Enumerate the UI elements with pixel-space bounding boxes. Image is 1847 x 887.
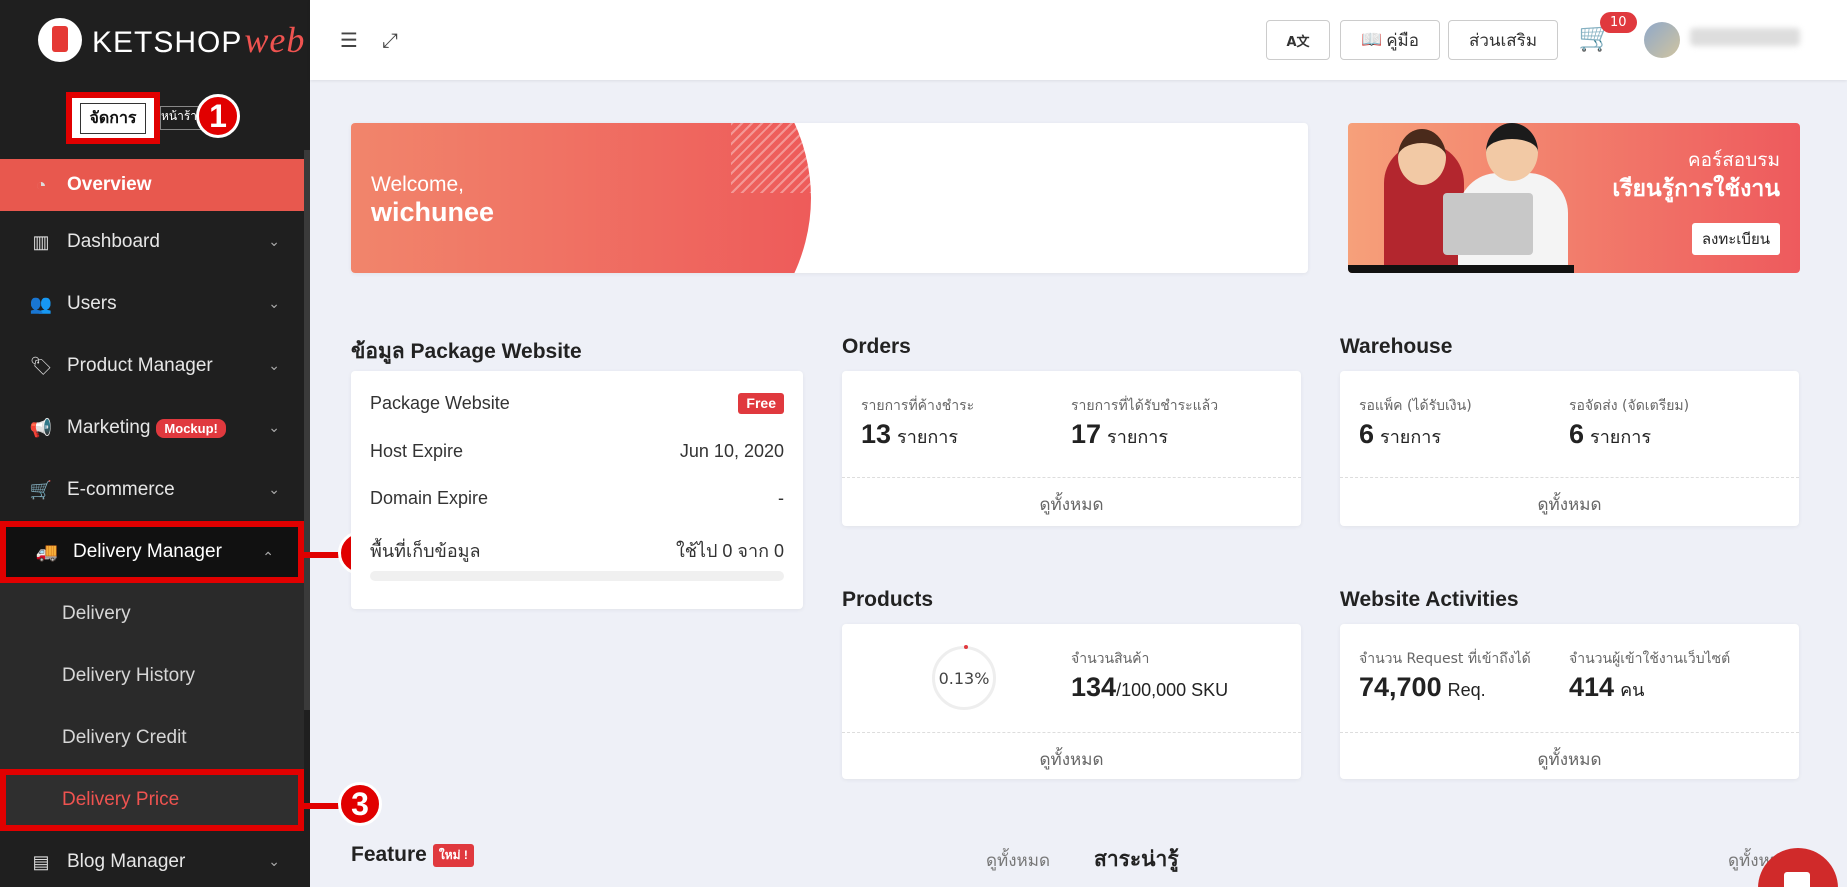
sidebar-item-label: Overview <box>67 174 152 195</box>
products-card: 0.13% จำนวนสินค้า 134/100,000 SKU ดูทั้ง… <box>842 624 1301 779</box>
bar-chart-icon: ▥ <box>32 231 50 252</box>
warehouse-card: รอแพ็ค (ได้รับเงิน) 6 รายการ รอจัดส่ง (จั… <box>1340 371 1799 526</box>
sidebar-item-label: Delivery Manager <box>73 541 222 562</box>
chevron-down-icon: ⌄ <box>268 233 280 249</box>
register-button[interactable]: ลงทะเบียน <box>1691 223 1780 255</box>
book-icon: 📖 <box>1361 30 1383 50</box>
activities-request-value: 74,700 Req. <box>1359 672 1486 702</box>
laptop-illustration <box>1443 193 1533 255</box>
megaphone-icon: 📢 <box>29 417 53 438</box>
warehouse-shipping-value: 6 รายการ <box>1569 419 1652 449</box>
mode-switch-highlight: จัดการ <box>66 92 160 144</box>
course-banner[interactable]: คอร์สอบรม เรียนรู้การใช้งาน ลงทะเบียน <box>1348 123 1800 273</box>
sidebar-item-label: E-commerce <box>67 479 175 500</box>
orders-section-title: Orders <box>842 335 911 358</box>
addons-button[interactable]: ส่วนเสริม <box>1448 20 1558 60</box>
warehouse-section-title: Warehouse <box>1340 335 1453 358</box>
fullscreen-icon[interactable]: ⤢ <box>382 28 398 52</box>
chevron-down-icon: ⌄ <box>268 357 280 373</box>
products-section-title: Products <box>842 588 934 611</box>
free-badge: Free <box>738 393 784 414</box>
users-icon: 👥 <box>29 293 53 314</box>
cart-count-badge: 10 <box>1600 12 1637 33</box>
manual-label: คู่มือ <box>1386 30 1419 51</box>
chevron-up-icon: ⌃ <box>262 549 274 565</box>
orders-view-all-link[interactable]: ดูทั้งหมด <box>842 491 1301 518</box>
products-usage-donut: 0.13% <box>932 645 996 710</box>
top-bar: ☰ ⤢ A文 📖 คู่มือ ส่วนเสริม 🛒 10 <box>310 0 1847 80</box>
chevron-down-icon: ⌄ <box>268 295 280 311</box>
logo-icon <box>38 18 82 62</box>
avatar[interactable] <box>1644 22 1680 58</box>
sidebar: KETSHOPweb จัดการ หน้าร้าน ◔ Overview ▥ … <box>0 0 310 887</box>
activities-view-all-link[interactable]: ดูทั้งหมด <box>1340 746 1799 773</box>
warehouse-view-all-link[interactable]: ดูทั้งหมด <box>1340 491 1799 518</box>
pie-chart-icon: ◔ <box>35 174 47 195</box>
brand-logo[interactable]: KETSHOPweb <box>38 18 305 62</box>
storage-progress-bar <box>370 571 784 581</box>
tags-icon: 🏷 <box>29 355 53 376</box>
chevron-down-icon: ⌄ <box>268 481 280 497</box>
products-count-value: 134/100,000 SKU <box>1071 672 1229 702</box>
course-subtitle: เรียนรู้การใช้งาน <box>1612 176 1780 202</box>
mode-manage-button[interactable]: จัดการ <box>80 102 146 134</box>
package-row: Package Website Free <box>370 393 784 414</box>
step-marker-3: 3 <box>338 782 382 826</box>
brand-suffix: web <box>244 20 306 60</box>
article-section-title: สาระน่ารู้ <box>1094 848 1179 871</box>
package-section-title: ข้อมูล Package Website <box>351 340 582 363</box>
step-marker-1: 1 <box>196 94 240 138</box>
newspaper-icon: ▤ <box>32 851 50 872</box>
new-badge: ใหม่ ! <box>432 843 474 867</box>
mockup-badge: Mockup! <box>156 418 226 438</box>
sidebar-item-marketing[interactable]: 📢 Marketing Mockup! ⌄ <box>0 397 304 459</box>
sidebar-item-label: Product Manager <box>67 355 213 376</box>
sidebar-item-label: Users <box>67 293 117 314</box>
sidebar-item-ecommerce[interactable]: 🛒 E-commerce ⌄ <box>0 459 304 521</box>
sidebar-subitem-delivery-credit[interactable]: Delivery Credit <box>0 707 304 769</box>
sidebar-item-users[interactable]: 👥 Users ⌄ <box>0 273 304 335</box>
sidebar-nav: ◔ Overview ▥ Dashboard ⌄ 👥 Users ⌄ 🏷 Pro… <box>0 159 304 887</box>
feature-view-all-link[interactable]: ดูทั้งหมด <box>986 847 1050 874</box>
sidebar-item-delivery-manager[interactable]: 🚚 Delivery Manager ⌃ <box>0 521 304 583</box>
sidebar-subitem-delivery-price[interactable]: Delivery Price <box>0 769 304 831</box>
sidebar-item-blog-manager[interactable]: ▤ Blog Manager ⌄ <box>0 831 304 887</box>
activities-section-title: Website Activities <box>1340 588 1519 611</box>
collapse-menu-icon[interactable]: ☰ <box>340 28 358 52</box>
sidebar-subitem-delivery[interactable]: Delivery <box>0 583 304 645</box>
brand-name: KETSHOP <box>92 26 243 59</box>
cart-icon: 🛒 <box>29 479 53 500</box>
activities-visitors-value: 414 คน <box>1569 672 1645 702</box>
activities-card: จำนวน Request ที่เข้าถึงได้ 74,700 Req. จ… <box>1340 624 1799 779</box>
username-blurred[interactable] <box>1690 28 1800 46</box>
orders-paid-value: 17 รายการ <box>1071 419 1169 449</box>
manual-button[interactable]: 📖 คู่มือ <box>1340 20 1440 60</box>
domain-expire-row: Domain Expire - <box>370 488 784 508</box>
sidebar-item-label: Marketing <box>67 417 151 438</box>
sidebar-item-label: Blog Manager <box>67 851 186 872</box>
sidebar-item-product-manager[interactable]: 🏷 Product Manager ⌄ <box>0 335 304 397</box>
warehouse-packing-value: 6 รายการ <box>1359 419 1442 449</box>
sidebar-item-dashboard[interactable]: ▥ Dashboard ⌄ <box>0 211 304 273</box>
welcome-username: wichunee <box>371 197 495 227</box>
sidebar-scrollbar[interactable] <box>304 150 310 710</box>
sidebar-subitem-delivery-history[interactable]: Delivery History <box>0 645 304 707</box>
sidebar-item-label: Dashboard <box>67 231 160 252</box>
translate-icon: A文 <box>1286 34 1310 50</box>
products-view-all-link[interactable]: ดูทั้งหมด <box>842 746 1301 773</box>
welcome-banner: Welcome, wichunee <box>351 123 1308 273</box>
orders-pending-value: 13 รายการ <box>861 419 959 449</box>
chevron-down-icon: ⌄ <box>268 419 280 435</box>
chevron-down-icon: ⌄ <box>268 853 280 869</box>
orders-card: รายการที่ค้างชำระ 13 รายการ รายการที่ได้ร… <box>842 371 1301 526</box>
sidebar-item-overview[interactable]: ◔ Overview <box>0 159 304 211</box>
storage-row: พื้นที่เก็บข้อมูล ใช้ไป 0 จาก 0 <box>370 541 784 561</box>
truck-icon: 🚚 <box>35 541 59 562</box>
translate-button[interactable]: A文 <box>1266 20 1330 60</box>
welcome-greeting: Welcome, <box>371 173 464 196</box>
host-expire-row: Host Expire Jun 10, 2020 <box>370 441 784 461</box>
package-card: Package Website Free Host Expire Jun 10,… <box>351 371 803 609</box>
feature-section-title: Feature ใหม่ ! <box>351 843 474 867</box>
